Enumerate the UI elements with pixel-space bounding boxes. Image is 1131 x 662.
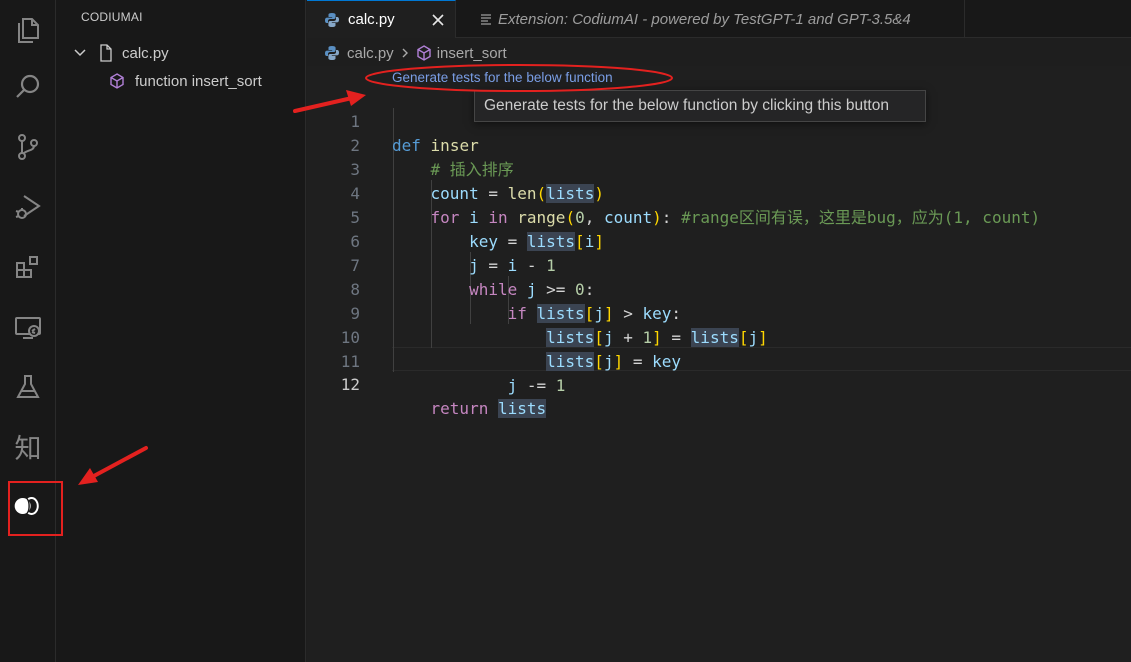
- codiumai-icon[interactable]: [0, 476, 56, 536]
- zhihu-icon[interactable]: 知: [0, 416, 56, 476]
- code-line: 12 return lists: [307, 349, 1131, 418]
- close-icon[interactable]: [431, 13, 445, 27]
- tree-item-calc-py[interactable]: calc.py: [72, 42, 169, 64]
- generate-tests-codelens[interactable]: Generate tests for the below function: [392, 70, 613, 85]
- codiumai-sidebar: CODIUMAI calc.py function insert_sort: [56, 0, 306, 662]
- source-control-icon[interactable]: [0, 117, 56, 177]
- code-line: 8 if lists[j] > key:: [307, 254, 1131, 323]
- code-line: 4 for i in range(0, count): #range区间有误，这…: [307, 158, 1131, 227]
- codelens-tooltip: Generate tests for the below function by…: [474, 90, 926, 122]
- files-icon[interactable]: [0, 0, 56, 60]
- tab-extension-codiumai[interactable]: Extension: CodiumAI - powered by TestGPT…: [457, 0, 965, 38]
- code-line: 11 j -= 1: [307, 326, 1131, 395]
- breadcrumb-symbol[interactable]: insert_sort: [437, 45, 507, 62]
- breadcrumb: calc.py insert_sort: [307, 40, 1131, 66]
- chevron-right-icon: [402, 48, 408, 58]
- code-line: 3 count = len(lists): [307, 134, 1131, 203]
- symbol-method-icon: [416, 45, 431, 61]
- extensions-icon[interactable]: [0, 237, 56, 297]
- flask-icon[interactable]: [0, 357, 56, 417]
- code-line: 5 key = lists[i]: [307, 182, 1131, 251]
- breadcrumb-file[interactable]: calc.py: [347, 45, 394, 62]
- tree-item-insert-sort[interactable]: function insert_sort: [108, 70, 262, 92]
- tree-symbol-label: function insert_sort: [135, 72, 262, 90]
- tab-label: Extension: CodiumAI - powered by TestGPT…: [498, 10, 911, 28]
- code-line: 7 while j >= 0:: [307, 230, 1131, 299]
- code-editor[interactable]: Generate tests for the below function 1 …: [307, 66, 1131, 662]
- tab-calc-py[interactable]: calc.py: [307, 0, 456, 38]
- python-icon: [325, 46, 339, 60]
- chevron-down-icon: [74, 49, 86, 57]
- remote-explorer-icon[interactable]: [0, 297, 56, 357]
- sidebar-title: CODIUMAI: [81, 10, 143, 24]
- symbol-method-icon: [110, 73, 124, 89]
- code-line: 6 j = i - 1: [307, 206, 1131, 275]
- tree-file-label: calc.py: [122, 44, 169, 62]
- line-number: 12: [340, 375, 360, 394]
- python-icon: [325, 12, 339, 27]
- tab-bar: calc.py Extension: CodiumAI - powered by…: [307, 0, 1131, 38]
- search-icon[interactable]: [0, 57, 56, 117]
- preview-icon: [481, 14, 491, 25]
- tab-label: calc.py: [348, 11, 395, 28]
- code-line: 9 lists[j + 1] = lists[j]: [307, 278, 1131, 347]
- activity-bar: 知: [0, 0, 56, 662]
- code-line: 10 lists[j] = key: [307, 302, 1131, 371]
- file-icon: [100, 44, 112, 62]
- run-debug-icon[interactable]: [0, 177, 56, 237]
